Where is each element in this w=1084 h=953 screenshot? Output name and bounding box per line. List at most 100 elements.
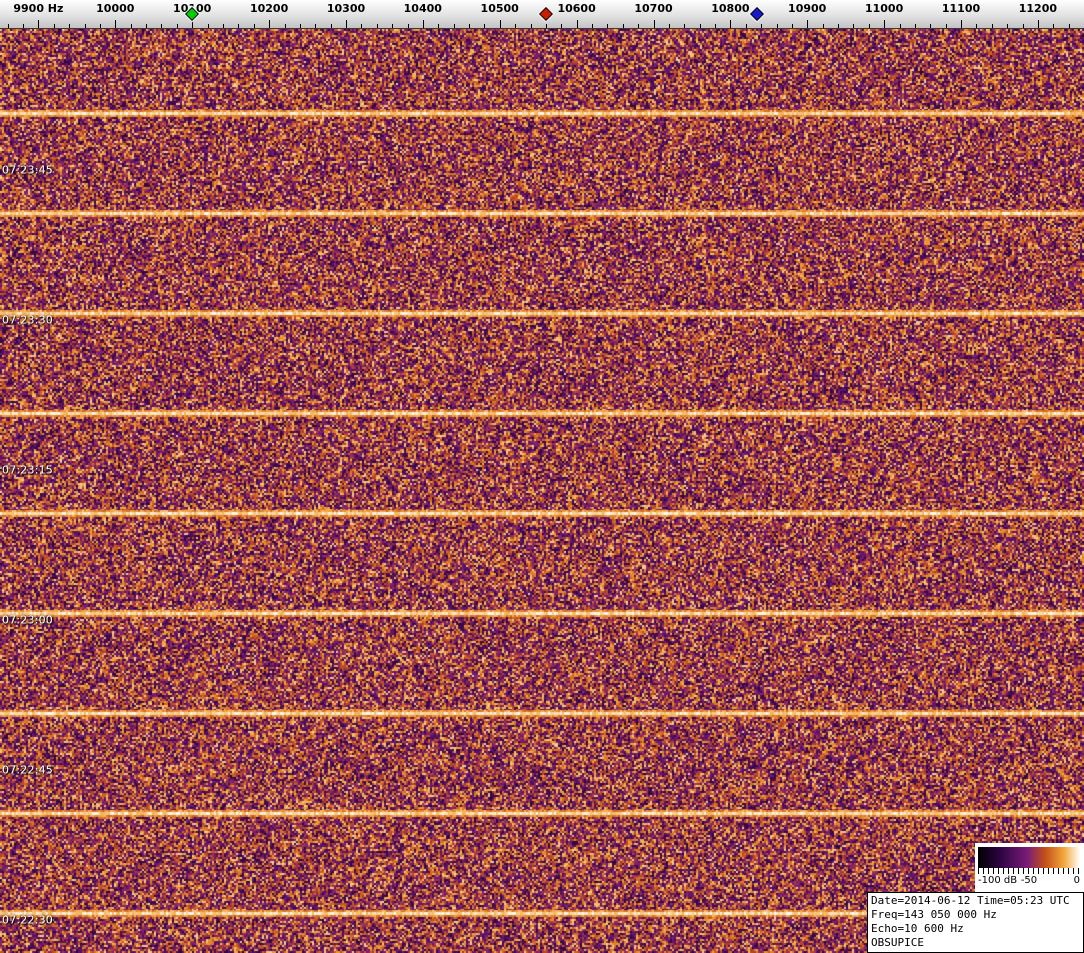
info-box: Date=2014-06-12 Time=05:23 UTC Freq=143 … [867,892,1084,953]
freq-tick [807,20,808,28]
freq-tick [1007,24,1008,28]
freq-tick [331,24,332,28]
freq-tick [438,24,439,28]
freq-tick [377,24,378,28]
freq-tick [254,24,255,28]
freq-tick [100,24,101,28]
freq-tick [592,24,593,28]
colorbar: -100 dB -50 0 [975,843,1084,893]
freq-tick [531,24,532,28]
freq-tick-label: 10300 [327,2,365,15]
info-line-echo: Echo=10 600 Hz [871,922,1080,936]
freq-tick [454,24,455,28]
freq-tick [561,24,562,28]
freq-tick [930,24,931,28]
freq-tick [146,24,147,28]
freq-tick [792,24,793,28]
freq-tick [700,24,701,28]
time-label: 07:23:30 [2,314,53,327]
freq-tick [423,20,424,28]
freq-tick-label: 11200 [1019,2,1057,15]
colorbar-label-mid: -50 [1021,875,1037,886]
freq-tick [623,24,624,28]
time-label: 07:23:45 [2,164,53,177]
freq-tick [607,24,608,28]
freq-tick [269,20,270,28]
freq-tick [1069,24,1070,28]
frequency-axis[interactable]: 9900 Hz100001010010200103001040010500106… [0,0,1084,29]
freq-tick [838,24,839,28]
info-line-freq: Freq=143 050 000 Hz [871,908,1080,922]
freq-tick [161,24,162,28]
freq-tick [853,24,854,28]
freq-tick [500,20,501,28]
freq-tick [715,24,716,28]
time-label: 07:22:45 [2,764,53,777]
freq-tick [484,24,485,28]
freq-tick [546,24,547,28]
freq-tick [900,24,901,28]
freq-tick [208,24,209,28]
time-label: 07:22:30 [2,914,53,927]
freq-tick-label: 10800 [711,2,749,15]
freq-tick [177,24,178,28]
spectrogram-canvas[interactable] [0,29,1084,953]
freq-tick [361,24,362,28]
freq-tick [131,24,132,28]
freq-tick [408,24,409,28]
freq-tick [761,24,762,28]
freq-tick [238,24,239,28]
freq-tick [515,24,516,28]
freq-tick [669,24,670,28]
freq-tick [23,24,24,28]
spectrogram-app: 9900 Hz100001010010200103001040010500106… [0,0,1084,953]
freq-tick [223,24,224,28]
colorbar-ticks [978,868,1080,874]
freq-tick [823,24,824,28]
freq-tick [654,20,655,28]
freq-tick [577,20,578,28]
freq-marker-red[interactable] [539,7,553,21]
freq-tick [730,20,731,28]
spectrogram-area[interactable]: 07:23:45 07:23:30 07:23:15 07:23:00 07:22:45… [0,29,1084,953]
freq-tick-label: 10700 [634,2,672,15]
freq-tick [285,24,286,28]
freq-tick [392,24,393,28]
time-label: 07:23:00 [2,614,53,627]
freq-tick-label: 9900 Hz [13,2,63,15]
freq-tick [946,24,947,28]
colorbar-label-min: -100 dB [978,875,1017,886]
colorbar-label-max: 0 [1074,875,1080,886]
freq-tick [884,20,885,28]
freq-tick [961,20,962,28]
freq-tick [1038,20,1039,28]
freq-tick [192,20,193,28]
freq-tick-label: 10200 [250,2,288,15]
freq-tick [69,24,70,28]
freq-tick [992,24,993,28]
freq-marker-blue[interactable] [750,7,764,21]
time-label: 07:23:15 [2,464,53,477]
freq-tick-label: 10600 [557,2,595,15]
freq-tick [115,20,116,28]
freq-tick [1023,24,1024,28]
freq-tick [300,24,301,28]
freq-tick-label: 11000 [865,2,903,15]
freq-tick [54,24,55,28]
freq-tick [777,24,778,28]
colorbar-gradient [978,847,1080,868]
freq-tick [1053,24,1054,28]
freq-tick-label: 10400 [404,2,442,15]
freq-tick [346,20,347,28]
freq-tick-label: 10000 [96,2,134,15]
freq-tick [869,24,870,28]
freq-tick-label: 10900 [788,2,826,15]
info-line-datetime: Date=2014-06-12 Time=05:23 UTC [871,894,1080,908]
freq-tick [976,24,977,28]
freq-tick [469,24,470,28]
freq-tick [315,24,316,28]
freq-tick [38,20,39,28]
info-line-station: OBSUPICE [871,936,1080,950]
freq-tick-label: 10500 [481,2,519,15]
freq-tick [915,24,916,28]
